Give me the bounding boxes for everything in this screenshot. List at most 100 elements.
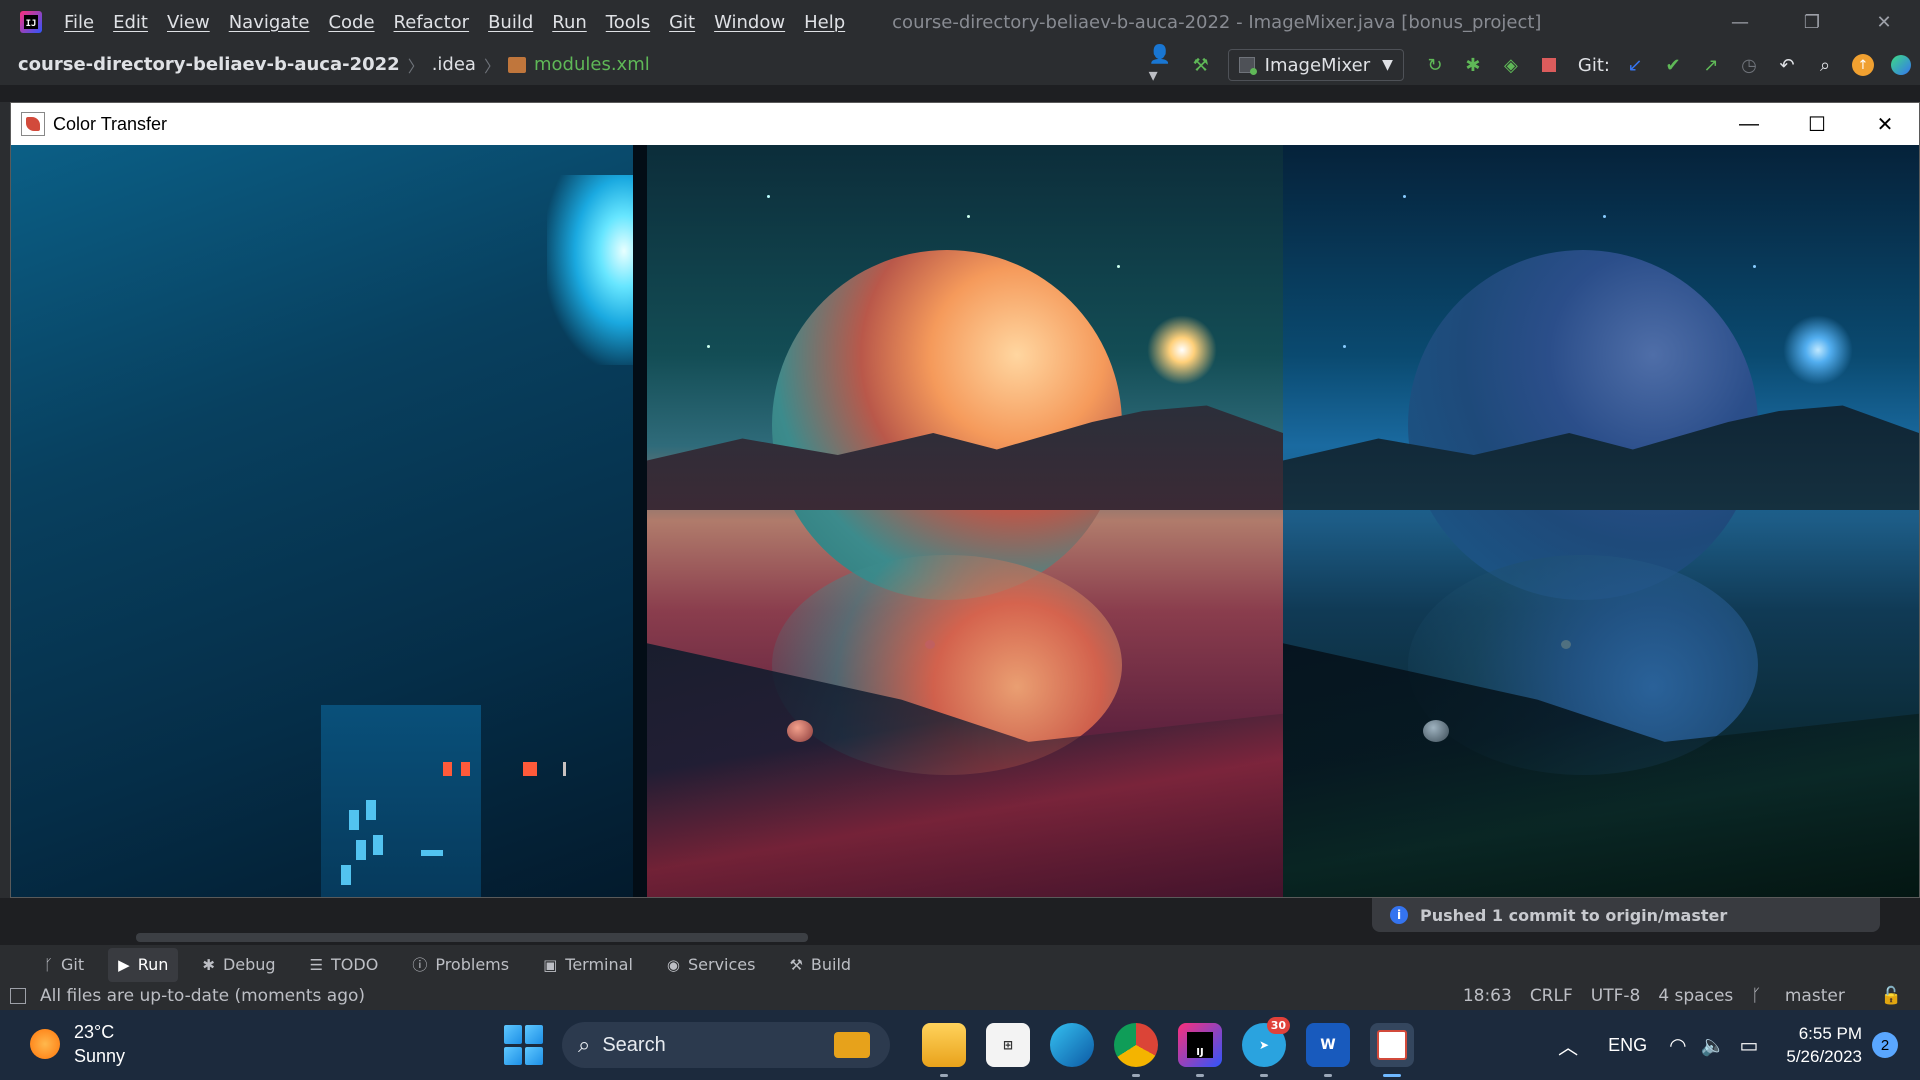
menu-code[interactable]: Code	[328, 12, 374, 33]
tool-windows-toggle-icon[interactable]	[10, 988, 26, 1004]
lock-icon[interactable]: 🔓	[1881, 986, 1902, 1006]
tab-todo[interactable]: ☰ TODO	[300, 948, 389, 982]
ide-status-bar: All files are up-to-date (moments ago) 1…	[0, 984, 1920, 1008]
close-icon[interactable]: ✕	[1851, 103, 1919, 145]
git-notification[interactable]: i Pushed 1 commit to origin/master	[1372, 898, 1880, 932]
minimize-icon[interactable]: —	[1704, 0, 1776, 44]
git-commit-icon[interactable]: ✔	[1659, 51, 1687, 79]
weather-temp: 23°C	[74, 1022, 115, 1042]
color-transfer-window: Color Transfer — ☐ ✕	[10, 102, 1920, 898]
system-tray: ︿ ENG ◠ 🔈 ▭ 6:55 PM 5/26/2023 2	[1558, 1010, 1920, 1080]
minimize-icon[interactable]: —	[1715, 103, 1783, 145]
planet	[1408, 250, 1758, 600]
search-icon[interactable]: ⌕	[1811, 51, 1839, 79]
menu-file[interactable]: File	[64, 12, 94, 33]
telegram-icon[interactable]: ➤ 30	[1242, 1017, 1290, 1077]
git-label: Git:	[1577, 54, 1610, 76]
ide-window-controls: — ❐ ✕	[1704, 0, 1920, 44]
microsoft-store-icon[interactable]: ⊞	[986, 1023, 1030, 1067]
edge-browser-icon[interactable]	[1050, 1023, 1094, 1067]
indent-setting[interactable]: 4 spaces	[1658, 986, 1733, 1006]
menu-refactor[interactable]: Refactor	[394, 12, 470, 33]
git-update-icon[interactable]: ↙	[1621, 51, 1649, 79]
menu-help[interactable]: Help	[804, 12, 845, 33]
java-app-taskbar-icon[interactable]	[1370, 1023, 1414, 1077]
breadcrumb-file[interactable]: modules.xml	[507, 54, 650, 75]
breadcrumb-file-label: modules.xml	[533, 54, 650, 75]
horizontal-scrollbar[interactable]	[136, 933, 808, 942]
tab-problems[interactable]: ⓘ Problems	[402, 948, 519, 982]
restore-icon[interactable]: ❐	[1776, 0, 1848, 44]
breadcrumb-project[interactable]: course-directory-beliaev-b-auca-2022	[18, 54, 400, 75]
volume-icon[interactable]: 🔈	[1701, 1033, 1726, 1058]
git-branch[interactable]: ᚴ master	[1751, 986, 1863, 1006]
menu-navigate[interactable]: Navigate	[229, 12, 310, 33]
language-indicator[interactable]: ENG	[1608, 1035, 1647, 1056]
menu-run[interactable]: Run	[552, 12, 587, 33]
star-glow	[1147, 315, 1217, 385]
menu-edit[interactable]: Edit	[113, 12, 148, 33]
hammer-build-icon[interactable]: ⚒	[1187, 51, 1215, 79]
tab-terminal[interactable]: ▣ Terminal	[533, 948, 643, 982]
user-icon[interactable]: 👤▾	[1149, 44, 1177, 86]
hammer-icon: ⚒	[789, 955, 803, 974]
chevron-down-icon: ▼	[1382, 57, 1393, 73]
tab-git[interactable]: ᚴ Git	[34, 948, 94, 982]
tab-debug[interactable]: ✱ Debug	[192, 948, 285, 982]
list-icon: ☰	[309, 955, 324, 974]
menu-tools[interactable]: Tools	[606, 12, 650, 33]
history-icon[interactable]: ◷	[1735, 51, 1763, 79]
ide-window-title: course-directory-beliaev-b-auca-2022 - I…	[892, 11, 1542, 33]
update-icon[interactable]: ↑	[1849, 51, 1877, 79]
run-config-select[interactable]: ImageMixer ▼	[1227, 49, 1404, 81]
tab-label: Problems	[435, 955, 510, 974]
image-panes	[11, 145, 1919, 897]
battery-icon[interactable]: ▭	[1739, 1033, 1758, 1058]
file-encoding[interactable]: UTF-8	[1591, 986, 1641, 1006]
file-explorer-icon[interactable]	[922, 1023, 966, 1077]
notification-count[interactable]: 2	[1872, 1032, 1898, 1058]
stop-icon[interactable]	[1535, 51, 1563, 79]
tab-label: Terminal	[565, 955, 633, 974]
result-image	[1283, 145, 1919, 897]
branch-label: master	[1784, 986, 1845, 1006]
maximize-icon[interactable]: ☐	[1783, 103, 1851, 145]
plugin-icon[interactable]	[1887, 51, 1915, 79]
windows-start-icon[interactable]	[504, 1025, 544, 1065]
intellij-logo-icon: IJ	[20, 11, 42, 33]
menu-view[interactable]: View	[167, 12, 210, 33]
git-push-icon[interactable]: ↗	[1697, 51, 1725, 79]
line-separator[interactable]: CRLF	[1530, 986, 1573, 1006]
planet	[772, 250, 1122, 600]
chrome-icon[interactable]	[1114, 1023, 1158, 1077]
tab-run[interactable]: ▶ Run	[108, 947, 179, 982]
weather-widget[interactable]: 23°C Sunny	[30, 1020, 125, 1068]
git-branch-icon: ᚴ	[1751, 986, 1767, 1006]
chevron-up-icon[interactable]: ︿	[1558, 1031, 1578, 1060]
tab-services[interactable]: ◉ Services	[657, 948, 766, 982]
ide-menubar: IJ File Edit View Navigate Code Refactor…	[0, 0, 1920, 44]
menu-git[interactable]: Git	[669, 12, 695, 33]
target-image	[647, 145, 1283, 897]
wifi-icon[interactable]: ◠	[1669, 1033, 1686, 1058]
word-icon[interactable]: W	[1306, 1023, 1350, 1077]
app-titlebar[interactable]: Color Transfer — ☐ ✕	[11, 103, 1919, 145]
source-image	[11, 145, 647, 897]
close-icon[interactable]: ✕	[1848, 0, 1920, 44]
menu-build[interactable]: Build	[488, 12, 533, 33]
breadcrumb-folder[interactable]: .idea	[432, 54, 476, 75]
tab-label: Run	[137, 955, 169, 974]
intellij-icon[interactable]: IJ	[1178, 1023, 1222, 1077]
debug-bug-icon[interactable]: ✱	[1459, 51, 1487, 79]
clock[interactable]: 6:55 PM 5/26/2023	[1786, 1022, 1862, 1068]
taskbar-search[interactable]: ⌕ Search	[562, 1022, 890, 1068]
undo-icon[interactable]: ↶	[1773, 51, 1801, 79]
search-label: Search	[602, 1033, 666, 1056]
caret-position[interactable]: 18:63	[1463, 986, 1512, 1006]
menu-window[interactable]: Window	[714, 12, 785, 33]
coverage-icon[interactable]: ◈	[1497, 51, 1525, 79]
rerun-icon[interactable]: ↻	[1421, 51, 1449, 79]
tab-build[interactable]: ⚒ Build	[779, 948, 861, 982]
ide-navbar: course-directory-beliaev-b-auca-2022 〉 .…	[0, 44, 1920, 86]
info-icon: i	[1390, 906, 1408, 924]
